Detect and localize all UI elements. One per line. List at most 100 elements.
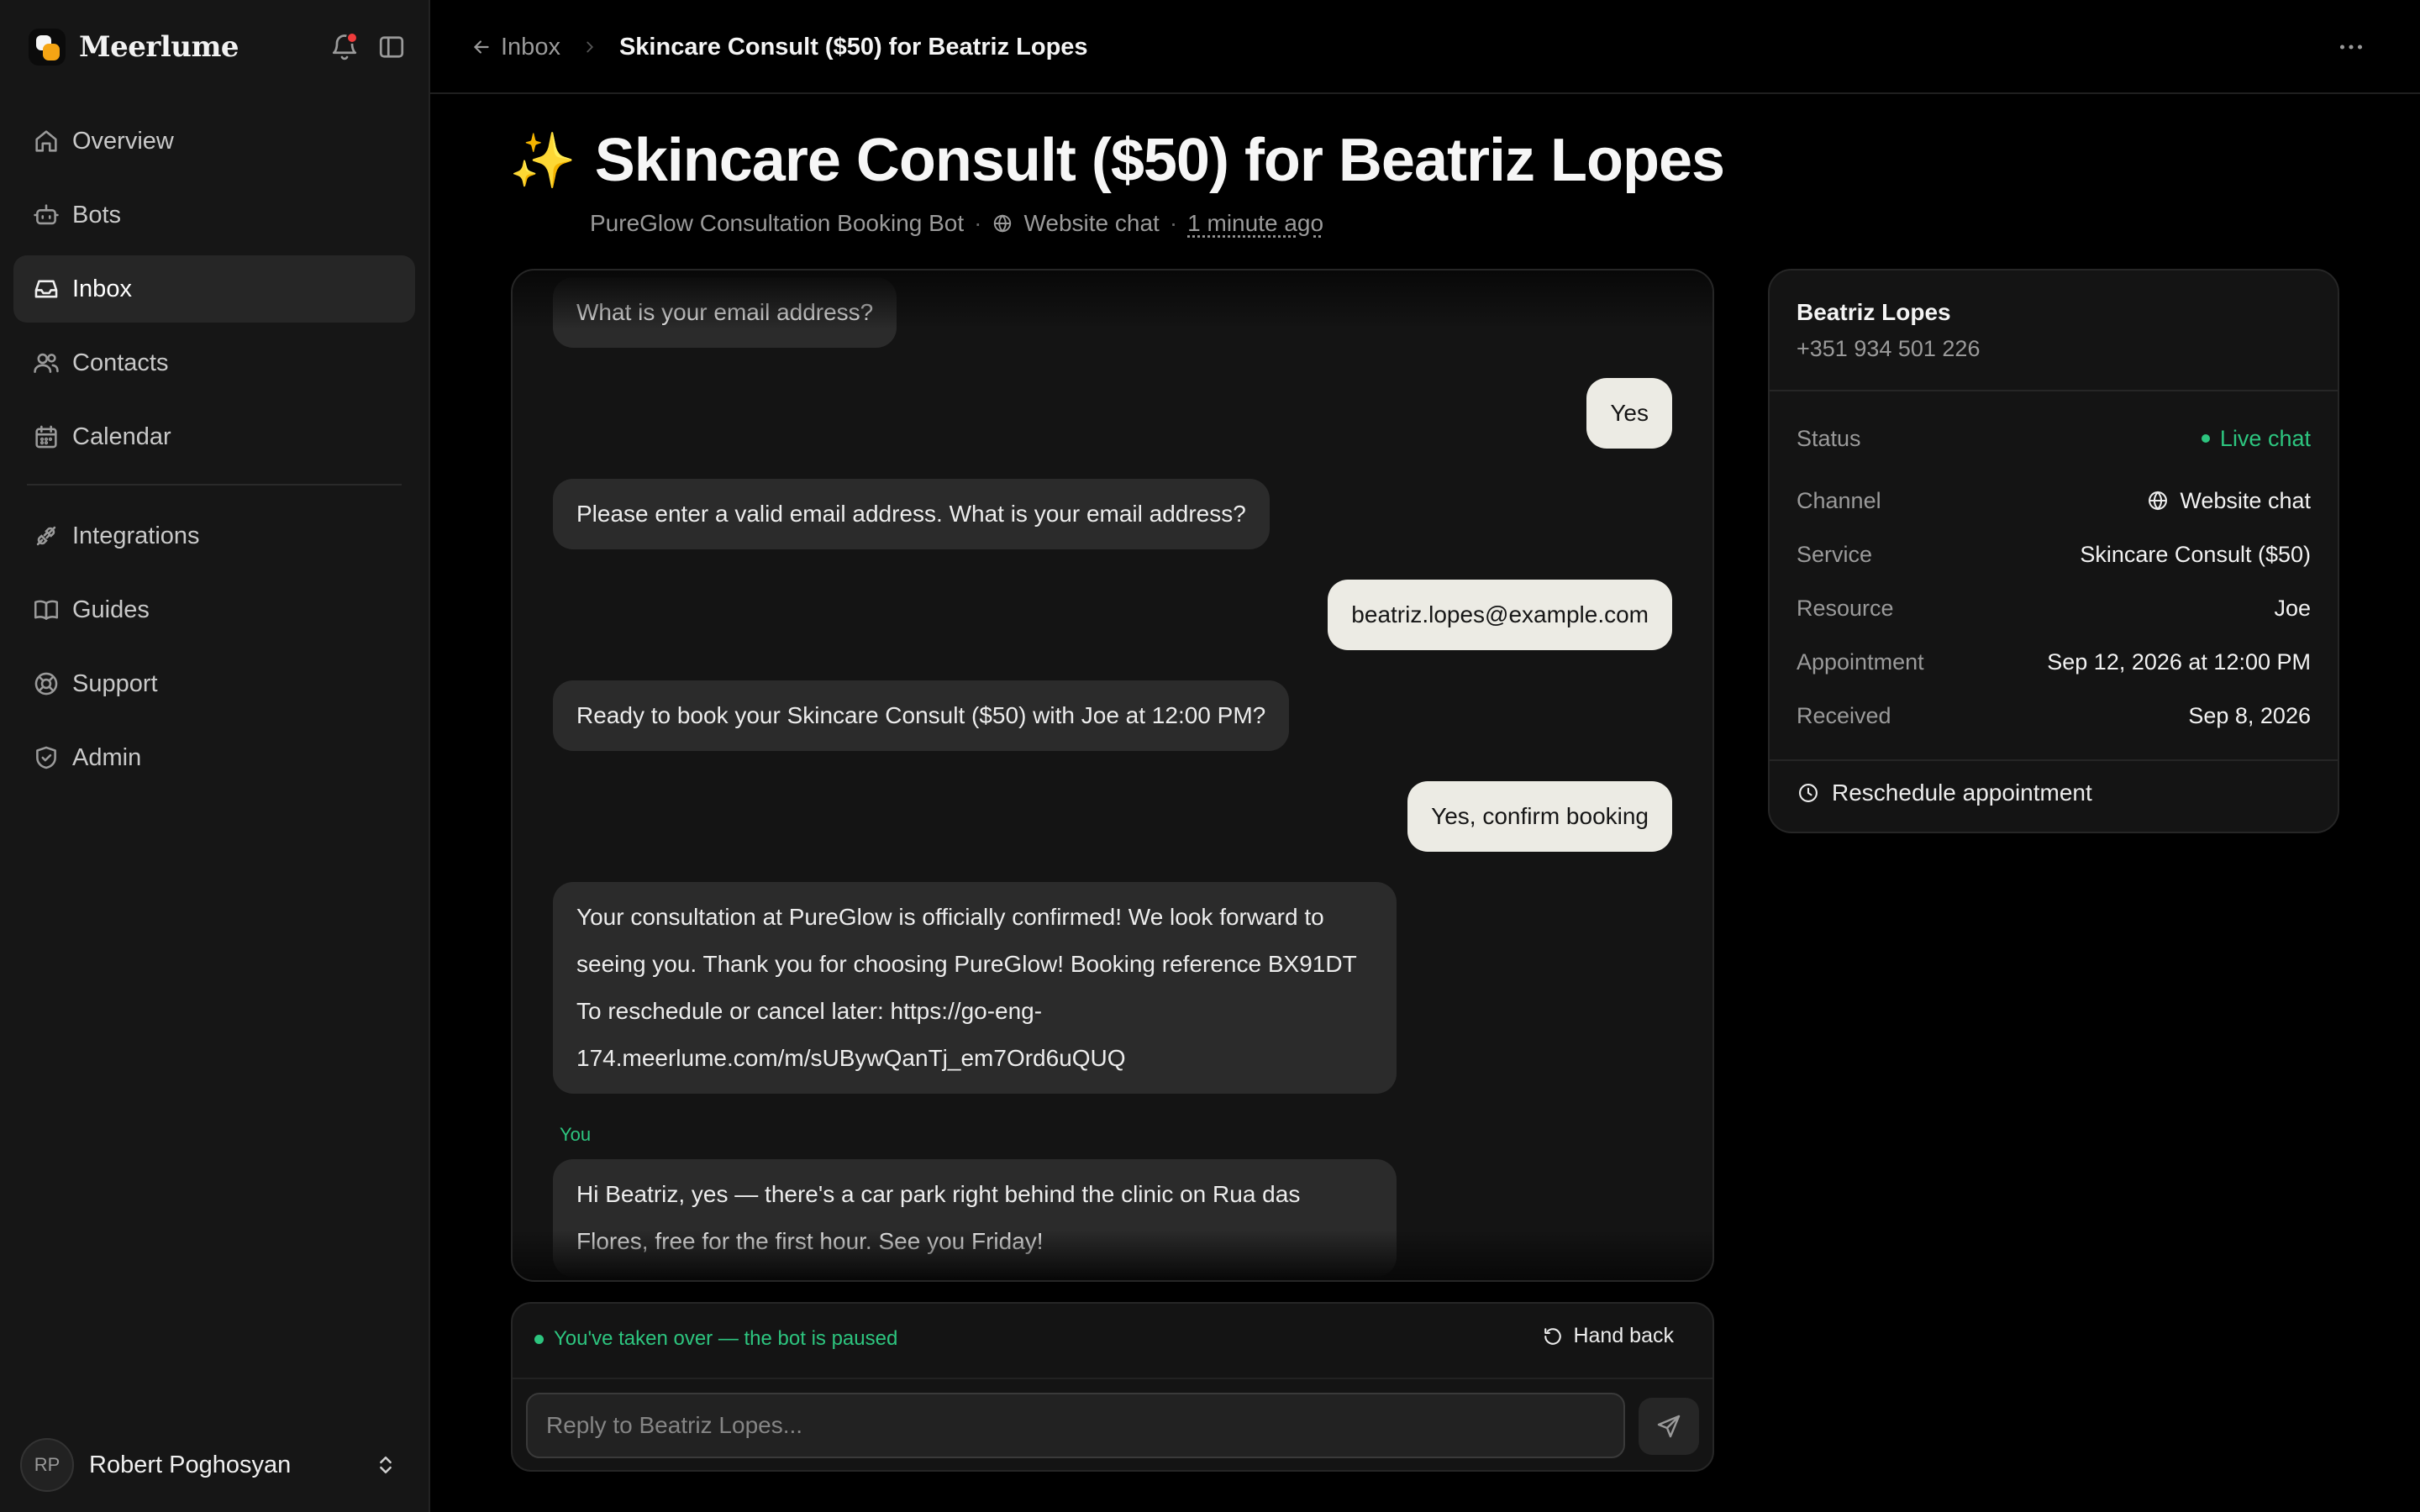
rotate-ccw-icon <box>1544 1327 1562 1345</box>
conversation-meta: PureGlow Consultation Booking Bot · Webs… <box>590 210 1323 237</box>
sidebar-item-label: Contacts <box>72 349 169 376</box>
sidebar-item-calendar[interactable]: Calendar <box>13 403 415 470</box>
agent-label: You <box>560 1124 592 1145</box>
brand-name: Meerlume <box>79 30 239 64</box>
chat-panel[interactable]: What is your email address? Yes Please e… <box>511 269 1714 1282</box>
sidebar-item-label: Inbox <box>72 275 132 302</box>
notification-dot <box>346 32 358 44</box>
received-row: Received Sep 8, 2026 <box>1797 699 2311 732</box>
bot-icon <box>34 204 59 225</box>
hand-back-button[interactable]: Hand back <box>1541 1324 1674 1348</box>
reply-input[interactable] <box>526 1393 1625 1458</box>
page-title: ✨ Skincare Consult ($50) for Beatriz Lop… <box>509 126 1725 195</box>
sidebar-item-label: Guides <box>72 596 150 623</box>
contact-card: Beatriz Lopes +351 934 501 226 Status Li… <box>1768 269 2339 833</box>
channel-row: Channel Website chat <box>1797 484 2311 517</box>
reschedule-label: Reschedule appointment <box>1832 780 2092 806</box>
send-button[interactable] <box>1639 1398 1699 1455</box>
channel-value: Website chat <box>2180 487 2311 513</box>
status-label: Status <box>1797 425 1861 451</box>
status-value: Live chat <box>2219 425 2311 451</box>
status-dot <box>2201 434 2210 443</box>
received-value: Sep 8, 2026 <box>2188 702 2311 728</box>
conversation-title: Skincare Consult ($50) for Beatriz Lopes <box>594 127 1725 194</box>
sidebar-item-inbox[interactable]: Inbox <box>13 255 415 323</box>
reschedule-button[interactable]: Reschedule appointment <box>1797 780 2092 806</box>
clock-icon <box>1799 784 1818 802</box>
bot-message: Your consultation at PureGlow is officia… <box>553 882 1397 1094</box>
top-bar: Inbox Skincare Consult ($50) for Beatriz… <box>430 0 2420 94</box>
sidebar-item-label: Bots <box>72 201 122 228</box>
book-icon <box>34 600 59 620</box>
sidebar-item-contacts[interactable]: Contacts <box>13 329 415 396</box>
sparkles-icon: ✨ <box>509 130 576 191</box>
meta-separator: · <box>974 210 982 236</box>
breadcrumb-current: Skincare Consult ($50) for Beatriz Lopes <box>618 33 1088 60</box>
globe-icon <box>2149 491 2168 511</box>
sidebar-nav: Overview Bots Inbox Contacts Calendar In… <box>13 108 415 798</box>
shield-icon <box>36 746 56 769</box>
inbox-icon <box>34 280 58 298</box>
contact-phone: +351 934 501 226 <box>1797 336 1981 361</box>
bot-message: Please enter a valid email address. What… <box>553 479 1270 549</box>
sidebar-item-admin[interactable]: Admin <box>13 724 415 791</box>
more-options-icon[interactable] <box>2336 32 2366 62</box>
takeover-status: You've taken over — the bot is paused <box>534 1327 897 1351</box>
user-menu[interactable]: RP Robert Poghosyan <box>20 1438 415 1492</box>
divider <box>1770 759 2338 761</box>
channel-label: Channel <box>1797 487 1881 513</box>
sidebar-item-label: Integrations <box>72 522 200 549</box>
user-name: Robert Poghosyan <box>89 1451 292 1478</box>
hand-back-label: Hand back <box>1573 1324 1674 1347</box>
appointment-label: Appointment <box>1797 648 1924 675</box>
appointment-value: Sep 12, 2026 at 12:00 PM <box>2047 648 2311 675</box>
breadcrumb-back-link[interactable]: Inbox <box>471 34 560 61</box>
appointment-row: Appointment Sep 12, 2026 at 12:00 PM <box>1797 645 2311 679</box>
avatar: RP <box>20 1438 74 1492</box>
channel-value-wrap: Website chat <box>2146 488 2311 514</box>
takeover-text: You've taken over — the bot is paused <box>554 1327 898 1350</box>
breadcrumb-inbox: Inbox <box>501 33 560 60</box>
brand[interactable]: Meerlume <box>29 27 239 67</box>
sidebar-item-integrations[interactable]: Integrations <box>13 502 415 570</box>
send-icon <box>1657 1415 1681 1438</box>
chevron-right-icon <box>587 41 593 53</box>
resource-row: Resource Joe <box>1797 591 2311 625</box>
home-icon <box>35 130 57 152</box>
user-message: Yes <box>1586 378 1672 449</box>
sidebar-item-bots[interactable]: Bots <box>13 181 415 249</box>
bot-message: What is your email address? <box>553 277 897 348</box>
bot-name: PureGlow Consultation Booking Bot <box>590 210 965 236</box>
brand-logo <box>29 29 66 66</box>
lifebuoy-icon <box>34 672 58 696</box>
service-label: Service <box>1797 541 1873 567</box>
sidebar-divider <box>27 484 402 486</box>
breadcrumb: Inbox Skincare Consult ($50) for Beatriz… <box>471 30 1088 64</box>
reply-composer: You've taken over — the bot is paused Ha… <box>511 1302 1714 1472</box>
status-badge: Live chat <box>2201 425 2311 452</box>
channel-name: Website chat <box>1023 210 1160 236</box>
sidebar-item-overview[interactable]: Overview <box>13 108 415 175</box>
service-row: Service Skincare Consult ($50) <box>1797 538 2311 571</box>
meta-separator: · <box>1169 210 1178 236</box>
sidebar-item-label: Support <box>72 669 158 697</box>
user-message: beatriz.lopes@example.com <box>1328 580 1672 650</box>
status-row: Status Live chat <box>1797 422 2311 455</box>
agent-message: Hi Beatriz, yes — there's a car park rig… <box>553 1159 1397 1277</box>
sidebar-item-label: Admin <box>72 743 142 771</box>
sidebar: Meerlume Overview Bots Inbox Contacts Ca… <box>0 0 430 1512</box>
chevron-up-down-icon <box>380 1457 392 1473</box>
bot-message: Ready to book your Skincare Consult ($50… <box>553 680 1290 751</box>
status-dot <box>534 1334 544 1344</box>
sidebar-item-guides[interactable]: Guides <box>13 576 415 643</box>
received-label: Received <box>1797 702 1891 728</box>
divider <box>1770 390 2338 391</box>
contact-name: Beatriz Lopes <box>1797 299 1951 325</box>
user-message: Yes, confirm booking <box>1407 781 1672 852</box>
sidebar-toggle-icon[interactable] <box>376 32 407 62</box>
service-value: Skincare Consult ($50) <box>2080 541 2311 567</box>
sidebar-item-support[interactable]: Support <box>13 650 415 717</box>
timestamp: 1 minute ago <box>1187 210 1324 236</box>
resource-value: Joe <box>2274 595 2311 621</box>
sidebar-item-label: Calendar <box>72 423 171 450</box>
